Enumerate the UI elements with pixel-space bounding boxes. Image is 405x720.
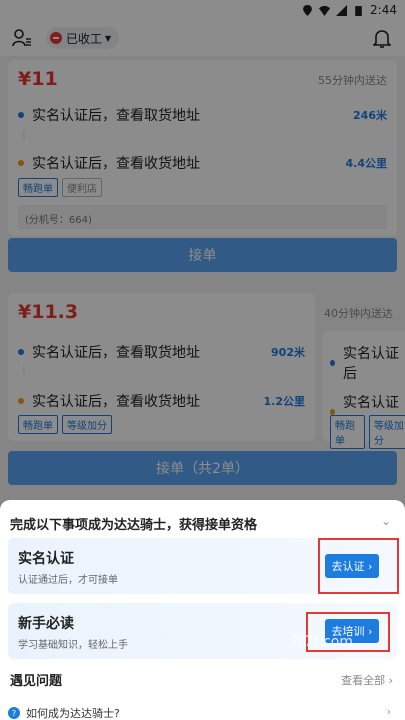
watermark: 7t7t.com <box>289 634 353 650</box>
faq-title: 遇见问题 <box>10 674 63 689</box>
qualification-sheet: 完成以下事项成为达达骑士，获得接单资格 ⌄ 实名认证 认证通过后，才可接单 去认… <box>0 500 405 720</box>
collapse-chevron-icon[interactable]: ⌄ <box>381 514 391 528</box>
sheet-title: 完成以下事项成为达达骑士，获得接单资格 <box>10 518 258 533</box>
chevron-right-icon[interactable]: › <box>387 705 391 718</box>
faq-item-label: 如何成为达达骑士? <box>26 707 120 720</box>
highlight-box <box>318 538 399 594</box>
faq-view-all-link[interactable]: 查看全部 › <box>341 672 393 688</box>
task-subtitle: 学习基础知识，轻松上手 <box>18 640 128 651</box>
task-title: 新手必读 <box>18 616 74 632</box>
task-subtitle: 认证通过后，才可接单 <box>18 575 118 586</box>
question-icon: ? <box>8 707 20 719</box>
task-title: 实名认证 <box>18 551 74 567</box>
faq-item[interactable]: ? 如何成为达达骑士? <box>8 705 120 720</box>
